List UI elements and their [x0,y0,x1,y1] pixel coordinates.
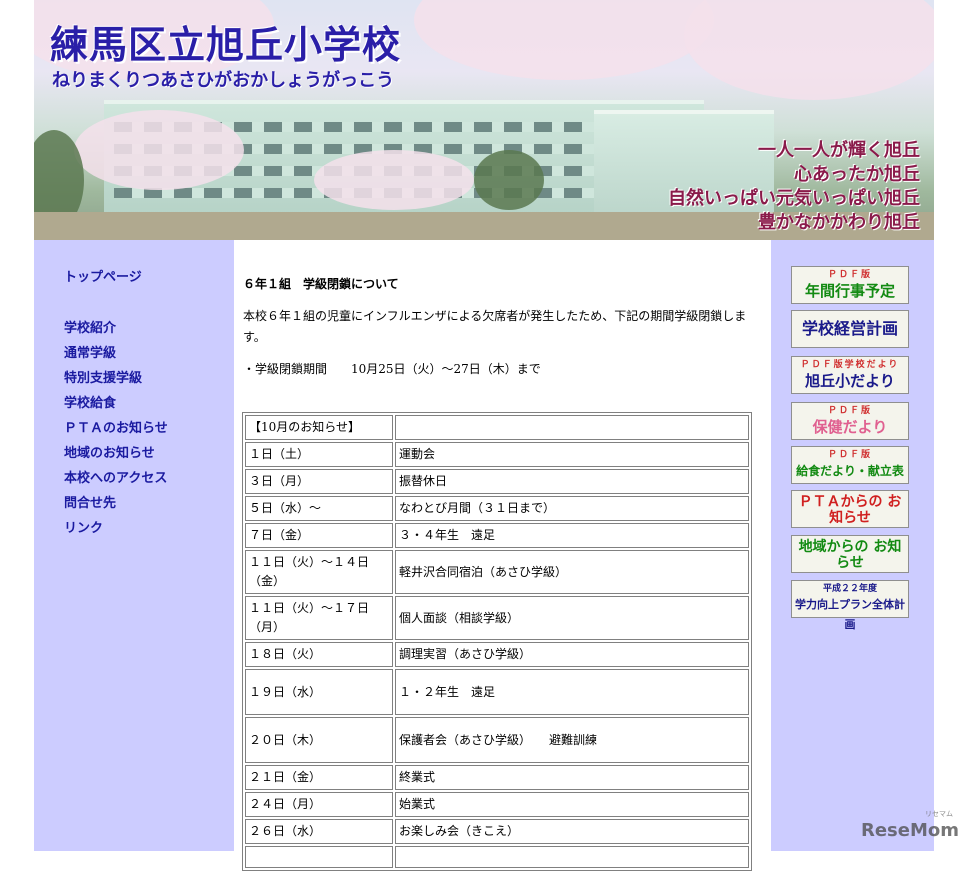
event-date: １日（土） [245,442,393,467]
banner-school-newsletter[interactable]: ＰＤＦ版学校だより 旭丘小だより [791,356,909,394]
event-date: １１日（火）～１４日（金） [245,550,393,594]
header-banner: 練馬区立旭丘小学校 ねりまくりつあさひがおかしょうがっこう 一人一人が輝く旭丘 … [34,0,934,240]
event-date: １９日（水） [245,669,393,715]
event-date: ２１日（金） [245,765,393,790]
banner-label: 保健だより [812,418,888,436]
table-cell [395,415,749,440]
banner-annual-events[interactable]: ＰＤＦ版 年間行事予定 [791,266,909,304]
nav-school-lunch[interactable]: 学校給食 [64,392,116,411]
banner-label: 旭丘小だより [805,372,895,390]
event-name [395,846,749,868]
event-date: ７日（金） [245,523,393,548]
event-date: １８日（火） [245,642,393,667]
table-row: ２０日（木） 保護者会（あさひ学級） 避難訓練 [245,717,749,763]
resemom-watermark: ReseMom [860,820,959,841]
banner-small-label: ＰＤＦ版 [827,406,872,416]
banner-label: 地域からの お知らせ [798,539,902,571]
event-name: 運動会 [395,442,749,467]
event-date: ５日（水）～ [245,496,393,521]
banner-small-label: ＰＤＦ版 [827,270,872,280]
nav-school-intro[interactable]: 学校紹介 [64,317,116,336]
banner-health-newsletter[interactable]: ＰＤＦ版 保健だより [791,402,909,440]
event-name: 振替休日 [395,469,749,494]
event-name: 保護者会（あさひ学級） 避難訓練 [395,717,749,763]
event-date: １１日（火）～１７日（月） [245,596,393,640]
banner-label: ＰＴＡからの お知らせ [798,494,902,526]
cherry-blossom [684,0,934,100]
table-header-row: 【10月のお知らせ】 [245,415,749,440]
banner-lunch-menu[interactable]: ＰＤＦ版 給食だより・献立表 [791,446,909,484]
event-name: 終業式 [395,765,749,790]
nav-pta-news[interactable]: ＰＴＡのお知らせ [64,417,168,436]
nav-contact[interactable]: 問合せ先 [64,492,116,511]
right-banners: ＰＤＦ版 年間行事予定 学校経営計画 ＰＤＦ版学校だより 旭丘小だより ＰＤＦ版… [771,240,934,851]
left-navigation: トップページ 学校紹介 通常学級 特別支援学級 学校給食 ＰＴＡのお知らせ 地域… [34,240,234,851]
event-name: 軽井沢合同宿泊（あさひ学級） [395,550,749,594]
banner-label: 学校経営計画 [801,319,898,338]
table-row: ５日（水）～ なわとび月間（３１日まで） [245,496,749,521]
nav-links[interactable]: リンク [64,517,103,536]
page-frame: 練馬区立旭丘小学校 ねりまくりつあさひがおかしょうがっこう 一人一人が輝く旭丘 … [34,0,934,871]
banner-small-label: 平成２２年度 [822,584,877,594]
banner-community-news[interactable]: 地域からの お知らせ [791,535,909,573]
event-name: お楽しみ会（きこえ） [395,819,749,844]
cherry-blossom [74,110,244,190]
table-row: ２６日（水） お楽しみ会（きこえ） [245,819,749,844]
nav-top-page[interactable]: トップページ [64,266,142,285]
motto-line: 心あったか旭丘 [794,164,920,185]
event-name: １・２年生 遠足 [395,669,749,715]
nav-community-news[interactable]: 地域のお知らせ [64,442,155,461]
school-name-kana: ねりまくりつあさひがおかしょうがっこう [52,70,395,91]
event-name: 個人面談（相談学級） [395,596,749,640]
tree [474,150,544,210]
nav-special-support-class[interactable]: 特別支援学級 [64,367,142,386]
motto-line: 自然いっぱい元気いっぱい旭丘 [668,188,920,209]
banner-pta-news[interactable]: ＰＴＡからの お知らせ [791,490,909,528]
event-name: 調理実習（あさひ学級） [395,642,749,667]
cherry-blossom [414,0,714,80]
table-header-cell: 【10月のお知らせ】 [245,415,393,440]
event-date: ２６日（水） [245,819,393,844]
event-name: 始業式 [395,792,749,817]
event-date: ２４日（月） [245,792,393,817]
nav-access[interactable]: 本校へのアクセス [64,467,167,486]
banner-label: 学力向上プラン全体計画 [795,598,905,631]
notice-period: ・学級閉鎖期間 10月25日（火）～27日（木）まで [243,362,541,376]
event-date [245,846,393,868]
table-row [245,846,749,868]
table-row: ３日（月） 振替休日 [245,469,749,494]
event-name: なわとび月間（３１日まで） [395,496,749,521]
main-content: ６年１組 学級閉鎖について 本校６年１組の児童にインフルエンザによる欠席者が発生… [234,240,771,871]
watermark-sub: リセマム [925,810,953,818]
table-row: １１日（火）～１７日（月） 個人面談（相談学級） [245,596,749,640]
table-row: ７日（金） ３・４年生 遠足 [245,523,749,548]
banner-label: 給食だより・献立表 [796,464,904,478]
banner-small-label: ＰＤＦ版学校だより [800,360,900,370]
cherry-blossom [314,150,474,210]
nav-regular-class[interactable]: 通常学級 [64,342,116,361]
event-date: ３日（月） [245,469,393,494]
table-row: １１日（火）～１４日（金） 軽井沢合同宿泊（あさひ学級） [245,550,749,594]
motto-line: 一人一人が輝く旭丘 [758,140,920,161]
motto-line: 豊かなかかわり旭丘 [758,212,920,233]
event-name: ３・４年生 遠足 [395,523,749,548]
table-row: １日（土） 運動会 [245,442,749,467]
school-name: 練馬区立旭丘小学校 [50,23,402,67]
banner-small-label: ＰＤＦ版 [827,450,872,460]
banner-academic-plan[interactable]: 平成２２年度 学力向上プラン全体計画 [791,580,909,631]
table-row: １９日（水） １・２年生 遠足 [245,669,749,715]
banner-school-plan[interactable]: 学校経営計画 [791,310,909,348]
banner-label: 年間行事予定 [804,282,895,300]
notice-title: ６年１組 学級閉鎖について [243,277,399,291]
table-row: １８日（火） 調理実習（あさひ学級） [245,642,749,667]
events-table: 【10月のお知らせ】 １日（土） 運動会 ３日（月） 振替休日 ５日（水）～ な… [242,412,752,871]
event-date: ２０日（木） [245,717,393,763]
table-row: ２１日（金） 終業式 [245,765,749,790]
table-row: ２４日（月） 始業式 [245,792,749,817]
notice-body: 本校６年１組の児童にインフルエンザによる欠席者が発生したため、下記の期間学級閉鎖… [243,309,747,344]
